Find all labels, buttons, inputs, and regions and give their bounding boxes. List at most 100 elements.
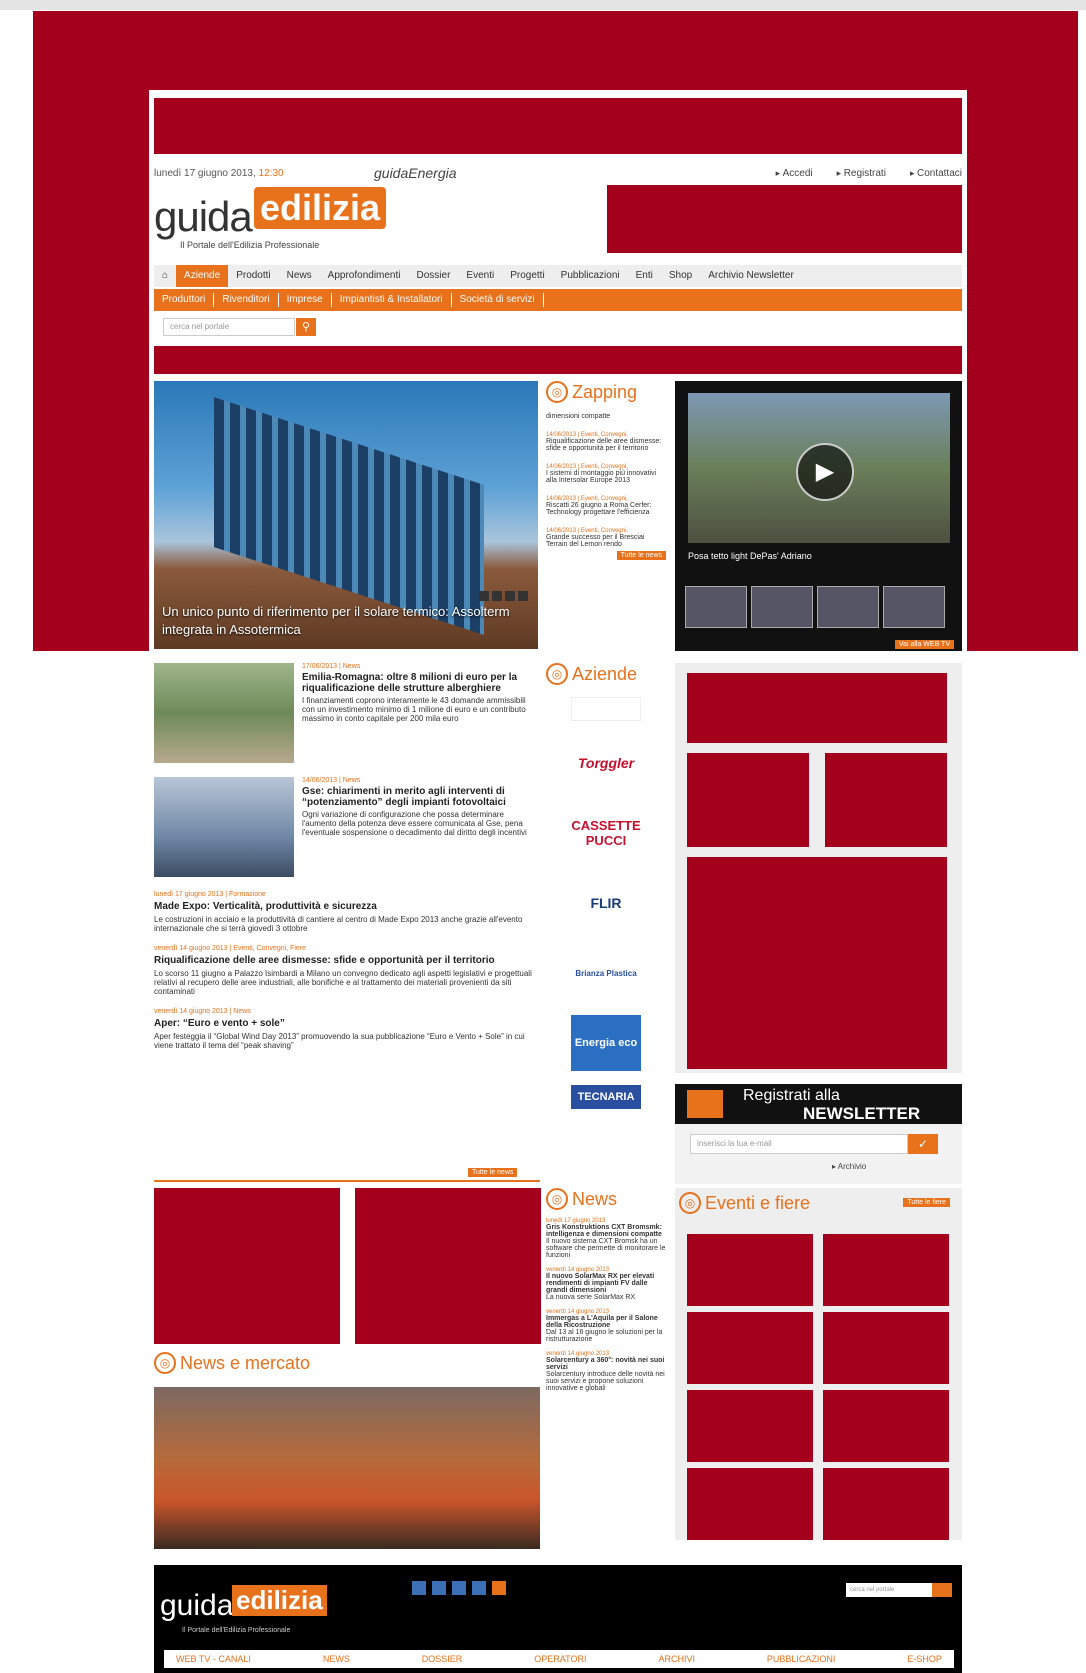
nav-archivio-newsletter[interactable]: Archivio Newsletter <box>700 265 802 287</box>
ad-rectangle[interactable] <box>687 673 947 743</box>
video-thumb[interactable] <box>685 586 747 628</box>
top-banner-ad[interactable] <box>154 98 962 154</box>
header-banner-ad[interactable] <box>607 185 962 253</box>
hero-caption[interactable]: Un unico punto di riferimento per il sol… <box>162 603 538 639</box>
news-item[interactable]: venerdì 14 giugno 2013 Solarcentury a 360… <box>546 1351 666 1392</box>
news-mercato-image[interactable] <box>154 1387 540 1549</box>
subnav-impiantisti[interactable]: Impiantisti & Installatori <box>332 293 452 307</box>
zapping-item[interactable]: 14/06/2013 | Eventi, Convegni, Grande suc… <box>546 528 666 548</box>
news-featured[interactable]: 14/06/2013 | News Gse: chiarimenti in mer… <box>154 777 540 877</box>
eventi-more-button[interactable]: Tutte le fiere <box>903 1198 950 1207</box>
contact-link[interactable]: Contattaci <box>910 168 962 179</box>
company-logo[interactable]: Energia eco <box>571 1015 641 1071</box>
footer-search-input[interactable]: cerca nel portale <box>846 1583 932 1597</box>
event-box[interactable] <box>687 1312 813 1384</box>
footer-link[interactable]: E-SHOP <box>907 1654 942 1664</box>
share-icon[interactable] <box>472 1581 486 1595</box>
archive-link[interactable]: ▸ Archivio <box>832 1162 866 1171</box>
linkedin-icon[interactable] <box>452 1581 466 1595</box>
search-icon[interactable]: ⚲ <box>296 318 316 336</box>
news-featured[interactable]: 17/06/2013 | News Emilia-Romagna: oltre 8… <box>154 663 540 763</box>
webtv-more-button[interactable]: Vai alla WEB TV <box>894 640 954 649</box>
facebook-icon[interactable] <box>412 1581 426 1595</box>
rss-icon[interactable] <box>492 1581 506 1595</box>
footer-link[interactable]: ARCHIVI <box>658 1654 695 1664</box>
search-input[interactable]: cerca nel portale <box>163 318 295 336</box>
video-thumb[interactable] <box>751 586 813 628</box>
twitter-icon[interactable] <box>432 1581 446 1595</box>
zapping-more-button[interactable]: Tutte le news <box>616 551 666 560</box>
event-box[interactable] <box>687 1390 813 1462</box>
zapping-item[interactable]: 14/06/2013 | Eventi, Convegni, Riqualific… <box>546 432 666 452</box>
nav-prodotti[interactable]: Prodotti <box>228 265 278 287</box>
video-title[interactable]: Posa tetto light DePas' Adriano <box>688 551 812 561</box>
subnav-imprese[interactable]: Imprese <box>279 293 332 307</box>
play-icon[interactable]: ▶ <box>796 443 854 501</box>
event-box[interactable] <box>823 1468 949 1540</box>
event-box[interactable] <box>687 1234 813 1306</box>
company-logo[interactable]: Brianza Plastica <box>571 945 641 1001</box>
footer-link[interactable]: DOSSIER <box>422 1654 463 1664</box>
login-link[interactable]: Accedi <box>776 168 813 179</box>
leaderboard-ad[interactable] <box>154 346 962 374</box>
company-logo[interactable]: FLIR <box>571 875 641 931</box>
news-item[interactable]: lunedì 17 giugno 2013 | Formazione Made E… <box>154 891 540 933</box>
newsletter-form <box>675 1124 962 1184</box>
footer-link[interactable]: PUBBLICAZIONI <box>767 1654 836 1664</box>
news-item[interactable]: venerdì 14 giugno 2013 | News Aper: “Euro… <box>154 1008 540 1050</box>
nav-enti[interactable]: Enti <box>628 265 661 287</box>
news-item[interactable]: venerdì 14 giugno 2013 | Eventi, Convegn… <box>154 945 540 996</box>
news-more-button[interactable]: Tutte le news <box>468 1168 518 1177</box>
ad-box[interactable] <box>355 1188 541 1344</box>
subnav-produttori[interactable]: Produttori <box>154 293 215 307</box>
footer-search-icon[interactable] <box>932 1583 952 1597</box>
video-thumb[interactable] <box>817 586 879 628</box>
ad-square[interactable] <box>687 753 809 847</box>
nav-approfondimenti[interactable]: Approfondimenti <box>320 265 409 287</box>
zapping-item[interactable]: 14/06/2013 | Eventi, Convegni, I sistemi … <box>546 464 666 484</box>
hero-slider[interactable]: Un unico punto di riferimento per il sol… <box>154 381 538 649</box>
footer-link[interactable]: WEB TV - CANALI <box>176 1654 251 1664</box>
ad-large[interactable] <box>687 857 947 1069</box>
register-link[interactable]: Registrati <box>837 168 886 179</box>
video-screen[interactable]: ▶ <box>688 393 950 543</box>
newsletter-banner[interactable]: Registrati alla NEWSLETTER <box>675 1084 962 1124</box>
news-item[interactable]: venerdì 14 giugno 2013 Il nuovo SolarMax … <box>546 1267 666 1301</box>
subnav-societa-servizi[interactable]: Società di servizi <box>452 293 544 307</box>
news-thumbnail[interactable] <box>154 777 294 877</box>
event-box[interactable] <box>823 1312 949 1384</box>
nav-eventi[interactable]: Eventi <box>458 265 502 287</box>
news-item[interactable]: lunedì 17 giugno 2013 Gris Konstruktions … <box>546 1218 666 1259</box>
ad-square[interactable] <box>825 753 947 847</box>
email-field[interactable]: inserisci la tua e-mail <box>690 1134 908 1154</box>
video-thumb[interactable] <box>883 586 945 628</box>
subnav-rivenditori[interactable]: Rivenditori <box>214 293 279 307</box>
footer-link[interactable]: OPERATORI <box>534 1654 586 1664</box>
news-item[interactable]: venerdì 14 giugno 2013 Immergas a L'Aquil… <box>546 1309 666 1343</box>
aziende-section: ◎ Aziende Torggler CASSETTE PUCCI FLIR Br… <box>546 663 666 1183</box>
web-tv-player[interactable]: ▶ Posa tetto light DePas' Adriano Vai al… <box>675 381 962 651</box>
main-nav: ⌂ Aziende Prodotti News Approfondimenti … <box>154 265 962 287</box>
zapping-item[interactable]: 14/06/2013 | Eventi, Convegni, Riscatti 2… <box>546 496 666 516</box>
news-thumbnail[interactable] <box>154 663 294 763</box>
nav-aziende[interactable]: Aziende <box>176 265 229 287</box>
guidaenergia-logo[interactable]: guidaEnergia <box>374 165 457 181</box>
site-logo[interactable]: guida edilizia Il Portale dell'Edilizia … <box>154 185 414 253</box>
event-box[interactable] <box>823 1234 949 1306</box>
subscribe-button[interactable]: ✓ <box>908 1134 938 1154</box>
home-icon[interactable]: ⌂ <box>154 265 176 287</box>
nav-shop[interactable]: Shop <box>661 265 700 287</box>
company-logo[interactable]: CASSETTE PUCCI <box>571 805 641 861</box>
company-logo[interactable]: TECNARIA <box>571 1085 641 1109</box>
footer-link[interactable]: NEWS <box>323 1654 350 1664</box>
nav-pubblicazioni[interactable]: Pubblicazioni <box>553 265 628 287</box>
company-logo[interactable]: Torggler <box>571 735 641 791</box>
event-box[interactable] <box>687 1468 813 1540</box>
ad-box[interactable] <box>154 1188 340 1344</box>
nav-progetti[interactable]: Progetti <box>502 265 552 287</box>
slider-dots[interactable] <box>479 591 528 601</box>
event-box[interactable] <box>823 1390 949 1462</box>
nav-dossier[interactable]: Dossier <box>409 265 459 287</box>
nav-news[interactable]: News <box>279 265 320 287</box>
zapping-subtitle: dimensioni compatte <box>546 413 611 420</box>
